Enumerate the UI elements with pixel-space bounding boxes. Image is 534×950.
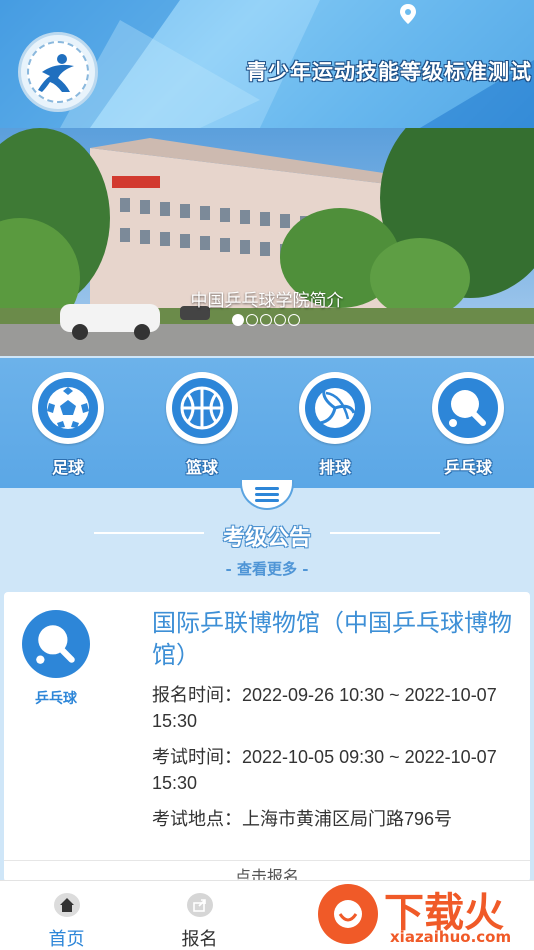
carousel-dot[interactable]: [232, 314, 244, 326]
nav-item-signup[interactable]: 报名: [133, 881, 266, 950]
app-logo: [18, 32, 98, 112]
signup-time: 报名时间：2022-09-26 10:30 ~ 2022-10-07 15:30: [152, 685, 497, 731]
section-title: 考级公告: [222, 525, 311, 551]
menu-button[interactable]: [240, 480, 294, 510]
card-sport-label: 乒乓球: [35, 691, 77, 707]
menu-icon: [255, 487, 279, 502]
sport-item-basketball[interactable]: 篮球: [162, 372, 242, 478]
nav-label: 报名: [181, 929, 218, 949]
sport-item-volleyball[interactable]: 排球: [295, 372, 375, 478]
card-title[interactable]: 国际乒联博物馆（中国乒乓球博物馆）: [152, 608, 514, 672]
carousel-dot[interactable]: [246, 314, 258, 326]
carousel-dot[interactable]: [260, 314, 272, 326]
page-title: 青少年运动技能等级标准测试: [246, 59, 532, 84]
sport-label: 篮球: [185, 458, 218, 477]
sport-label: 乒乓球: [443, 458, 492, 477]
banner-caption: 中国乒乓球学院简介: [190, 291, 344, 310]
exam-card[interactable]: 乒乓球 国际乒联博物馆（中国乒乓球博物馆） 报名时间：2022-09-26 10…: [4, 592, 530, 882]
carousel-dots: [232, 314, 300, 326]
sports-grid: 足球 篮球 排球 乒乓球: [0, 358, 534, 488]
announcement-header: 考级公告 - 查看更多 -: [0, 480, 534, 588]
volleyball-icon: [305, 378, 365, 438]
nav-item-home[interactable]: 首页: [0, 881, 133, 950]
exam-location: 考试地点：上海市黄浦区局门路796号: [152, 809, 453, 829]
carousel-dot[interactable]: [288, 314, 300, 326]
sport-label: 足球: [51, 458, 84, 477]
basketball-icon: [172, 378, 232, 438]
banner-carousel[interactable]: 中国乒乓球学院简介: [0, 128, 534, 356]
app-header: 青少年运动技能等级标准测试: [0, 0, 534, 128]
home-icon: [53, 893, 80, 917]
location-icon[interactable]: [400, 4, 416, 24]
exam-time: 考试时间：2022-10-05 09:30 ~ 2022-10-07 15:30: [152, 747, 497, 793]
table-tennis-icon: [438, 378, 498, 438]
nav-label: 首页: [48, 929, 85, 949]
watermark-logo: 下载火 xiazaihuo.com: [316, 876, 534, 950]
sport-label: 排球: [318, 458, 351, 477]
share-icon: [186, 893, 213, 917]
carousel-dot[interactable]: [274, 314, 286, 326]
soccer-ball-icon: [38, 378, 98, 438]
watermark-url: xiazaihuo.com: [390, 928, 512, 946]
view-more-link[interactable]: - 查看更多 -: [0, 558, 534, 579]
sport-item-table-tennis[interactable]: 乒乓球: [428, 372, 508, 478]
sport-item-soccer[interactable]: 足球: [28, 372, 108, 478]
table-tennis-icon: [22, 610, 90, 678]
